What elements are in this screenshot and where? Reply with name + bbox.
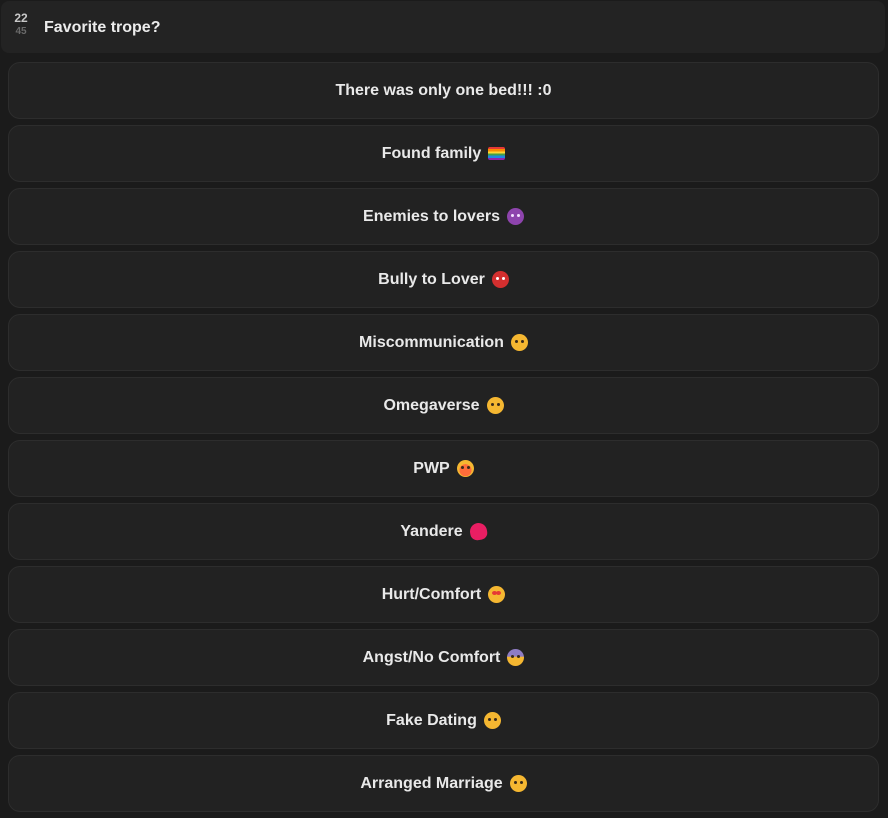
poll-option-label: Bully to Lover — [378, 270, 485, 288]
poll-option[interactable]: PWP — [8, 440, 879, 497]
drooling-face-icon — [509, 775, 527, 792]
poll-option-label: Enemies to lovers — [363, 207, 500, 225]
poll-option-label: Hurt/Comfort — [381, 585, 482, 603]
poll-option[interactable]: Miscommunication — [8, 314, 879, 371]
poll-option[interactable]: Hurt/Comfort — [8, 566, 879, 623]
poll-options: There was only one bed!!! :0 Found famil… — [8, 62, 879, 818]
poll-option[interactable]: Found family — [8, 125, 879, 182]
screaming-face-icon — [507, 649, 525, 666]
poll-option[interactable]: Bully to Lover — [8, 251, 879, 308]
poll-option[interactable]: Arranged Marriage — [8, 755, 879, 812]
poll-header: 22 45 Favorite trope? — [1, 1, 885, 53]
smiling-devil-icon — [506, 208, 524, 225]
poll-option[interactable]: Fake Dating — [8, 692, 879, 749]
flushed-face-icon — [510, 334, 528, 351]
flushed-face-icon — [483, 712, 501, 729]
exploding-head-icon — [456, 460, 474, 477]
rainbow-flag-icon — [488, 147, 506, 160]
poll-option[interactable]: There was only one bed!!! :0 — [8, 62, 879, 119]
poll-option-label: PWP — [413, 459, 450, 477]
poll-option[interactable]: Omegaverse — [8, 377, 879, 434]
poll-option-label: Omegaverse — [383, 396, 480, 414]
poll-title: Favorite trope? — [44, 19, 161, 36]
poll-option-label: Arranged Marriage — [360, 774, 503, 792]
poll-option-label: Miscommunication — [359, 333, 504, 351]
poll-option-label: Found family — [381, 144, 482, 162]
heart-eyes-icon — [488, 586, 506, 603]
angry-face-icon — [491, 271, 509, 288]
poll-option-label: Yandere — [400, 522, 463, 540]
poll-option-label: Angst/No Comfort — [362, 648, 501, 666]
vote-count: 22 45 — [11, 11, 31, 39]
vote-count-secondary: 45 — [15, 26, 27, 37]
broken-heart-icon — [468, 521, 488, 542]
poll-option-label: Fake Dating — [386, 711, 477, 729]
vote-count-primary: 22 — [14, 11, 28, 25]
poll-option[interactable]: Yandere — [8, 503, 879, 560]
flushed-face-icon — [486, 397, 504, 414]
poll-option[interactable]: Enemies to lovers — [8, 188, 879, 245]
poll-option[interactable]: Angst/No Comfort — [8, 629, 879, 686]
poll-option-label: There was only one bed!!! :0 — [335, 81, 552, 99]
